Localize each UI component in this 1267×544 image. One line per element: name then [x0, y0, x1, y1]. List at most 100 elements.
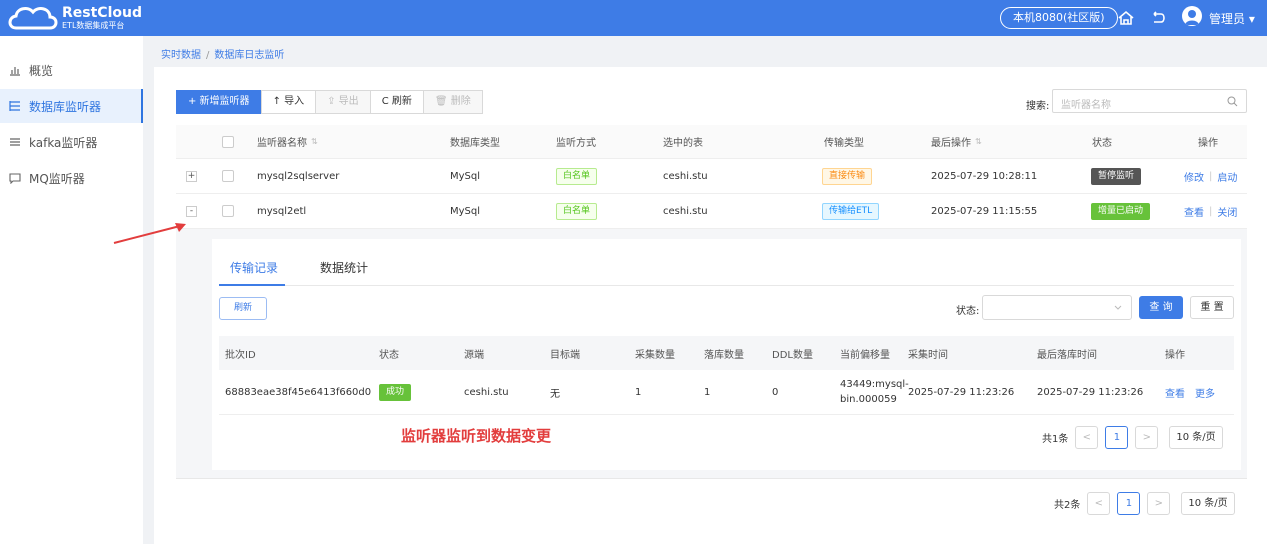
select-all-checkbox[interactable]	[222, 135, 234, 148]
export-button[interactable]: ⇪ 导出	[315, 90, 371, 114]
sidebar-item-mq-listener[interactable]: MQ监听器	[0, 161, 143, 195]
breadcrumb: 实时数据 / 数据库日志监听	[161, 46, 284, 61]
search-label: 搜索:	[1026, 101, 1050, 112]
sidebar-item-kafka-listener[interactable]: kafka监听器	[0, 125, 143, 159]
active-tab-indicator	[219, 284, 285, 286]
annotation-arrow-icon	[113, 223, 186, 244]
delete-button[interactable]: 🗑 删除	[422, 90, 483, 114]
view-link[interactable]: 查看	[1184, 204, 1204, 219]
listener-name: mysql2etl	[257, 205, 307, 217]
query-button[interactable]: 查 询	[1139, 296, 1183, 319]
column-header: 选中的表	[663, 138, 703, 149]
next-page-button[interactable]: >	[1147, 492, 1171, 515]
transfer-tag: 直接传输	[822, 167, 873, 185]
breadcrumb-current: 数据库日志监听	[214, 50, 285, 61]
sidebar: 概览 数据库监听器 kafka监听器 MQ监听器	[0, 36, 143, 544]
search-icon[interactable]	[1227, 96, 1238, 107]
main-pagination: 共2条 < 1 > 10 条/页	[1054, 492, 1235, 515]
import-button[interactable]: ↑ 导入	[260, 90, 317, 114]
column-header: 操作	[1198, 138, 1218, 149]
batch-id: 68883eae38f45e6413f660d0	[225, 386, 372, 398]
sidebar-item-label: kafka监听器	[29, 135, 98, 150]
search-placeholder: 监听器名称	[1061, 100, 1111, 111]
status-badge: 暂停监听	[1091, 167, 1142, 185]
row-checkbox[interactable]	[222, 205, 234, 217]
db-type: MySql	[450, 170, 481, 182]
search-input[interactable]: 监听器名称	[1052, 89, 1247, 113]
annotation-text: 监听器监听到数据变更	[401, 427, 552, 445]
column-header: 监听方式	[556, 138, 596, 149]
row-checkbox[interactable]	[222, 170, 234, 182]
table-header: 批次ID 状态 源端 目标端 采集数量 落库数量 DDL数量 当前偏移量 采集时…	[219, 336, 1234, 370]
column-header: 采集数量	[635, 349, 675, 361]
home-icon[interactable]	[1116, 8, 1136, 28]
sort-icon[interactable]: ⇅	[975, 137, 982, 146]
column-header: 数据库类型	[450, 138, 500, 149]
stack-icon	[10, 138, 20, 146]
brand-subtitle: ETL数据集成平台	[62, 21, 125, 30]
breadcrumb-separator: /	[206, 50, 210, 61]
page-size-select[interactable]: 10 条/页	[1181, 492, 1235, 515]
store-time: 2025-07-29 11:23:26	[1037, 386, 1144, 398]
server-selector[interactable]: 本机8080(社区版)	[1000, 7, 1118, 29]
back-icon[interactable]	[1148, 8, 1168, 28]
message-icon	[9, 173, 21, 184]
db-type: MySql	[450, 205, 481, 217]
column-header: 当前偏移量	[840, 349, 890, 361]
table-row: 68883eae38f45e6413f660d0 成功 ceshi.stu 无 …	[219, 370, 1234, 415]
bar-chart-icon	[10, 67, 20, 76]
sidebar-item-label: 概览	[29, 63, 54, 78]
tab-data-statistics[interactable]: 数据统计	[320, 259, 368, 276]
refresh-button[interactable]: C 刷新	[369, 90, 424, 114]
avatar[interactable]	[1182, 6, 1202, 26]
status-filter-select[interactable]	[982, 295, 1132, 320]
table-row: + mysql2sqlserver MySql 白名单 ceshi.stu 直接…	[176, 159, 1247, 194]
sidebar-item-overview[interactable]: 概览	[0, 53, 143, 87]
mode-tag: 白名单	[556, 202, 598, 220]
stored-count: 1	[704, 386, 711, 398]
column-header: 批次ID	[225, 349, 256, 361]
total-count: 共1条	[1042, 434, 1069, 445]
detail-refresh-button[interactable]: 刷新	[219, 297, 267, 320]
top-bar: RestCloud ETL数据集成平台 本机8080(社区版) 管理员 ▾	[0, 0, 1267, 36]
collapse-row-button[interactable]: -	[186, 205, 197, 217]
transfer-tag: 传输给ETL	[822, 202, 880, 220]
source: ceshi.stu	[464, 386, 509, 398]
reset-button[interactable]: 重 置	[1190, 296, 1234, 319]
breadcrumb-parent[interactable]: 实时数据	[161, 50, 201, 61]
view-link[interactable]: 查看	[1165, 385, 1185, 400]
listener-name: mysql2sqlserver	[257, 170, 340, 182]
user-menu[interactable]: 管理员 ▾	[1209, 10, 1255, 27]
add-listener-button[interactable]: + 新增监听器	[176, 90, 262, 114]
prev-page-button[interactable]: <	[1075, 426, 1099, 449]
transfer-records-table: 批次ID 状态 源端 目标端 采集数量 落库数量 DDL数量 当前偏移量 采集时…	[219, 336, 1234, 415]
prev-page-button[interactable]: <	[1087, 492, 1111, 515]
sort-icon[interactable]: ⇅	[311, 137, 318, 146]
column-header[interactable]: 最后操作 ⇅	[931, 125, 982, 158]
more-link[interactable]: 更多	[1195, 385, 1215, 400]
column-header: DDL数量	[772, 349, 813, 361]
expanded-detail-panel: 传输记录 数据统计 刷新 状态: 查 询 重 置 批次ID 状态 源端 目标端 …	[212, 239, 1241, 470]
page-1-button[interactable]: 1	[1105, 426, 1129, 449]
brand-title: RestCloud	[62, 5, 142, 21]
column-header: 落库数量	[704, 349, 744, 361]
last-operation: 2025-07-29 10:28:11	[931, 170, 1038, 182]
close-link[interactable]: 关闭	[1217, 204, 1237, 219]
next-page-button[interactable]: >	[1135, 426, 1159, 449]
selected-table: ceshi.stu	[663, 170, 708, 182]
expand-row-button[interactable]: +	[186, 170, 197, 182]
start-link[interactable]: 启动	[1217, 169, 1237, 184]
page-size-select[interactable]: 10 条/页	[1169, 426, 1223, 449]
page-1-button[interactable]: 1	[1117, 492, 1141, 515]
table-row: - mysql2etl MySql 白名单 ceshi.stu 传输给ETL 2…	[176, 194, 1247, 229]
logo[interactable]: RestCloud ETL数据集成平台	[6, 2, 142, 34]
sidebar-item-label: 数据库监听器	[29, 99, 102, 114]
table-header: 监听器名称 ⇅ 数据库类型 监听方式 选中的表 传输类型 最后操作 ⇅ 状态 操作	[176, 125, 1247, 159]
column-header[interactable]: 监听器名称 ⇅	[257, 125, 318, 158]
mode-tag: 白名单	[556, 167, 598, 185]
selected-table: ceshi.stu	[663, 205, 708, 217]
edit-link[interactable]: 修改	[1184, 169, 1204, 184]
tab-transfer-records[interactable]: 传输记录	[230, 259, 278, 276]
sidebar-item-db-listener[interactable]: 数据库监听器	[0, 89, 143, 123]
column-header: 源端	[464, 349, 484, 361]
